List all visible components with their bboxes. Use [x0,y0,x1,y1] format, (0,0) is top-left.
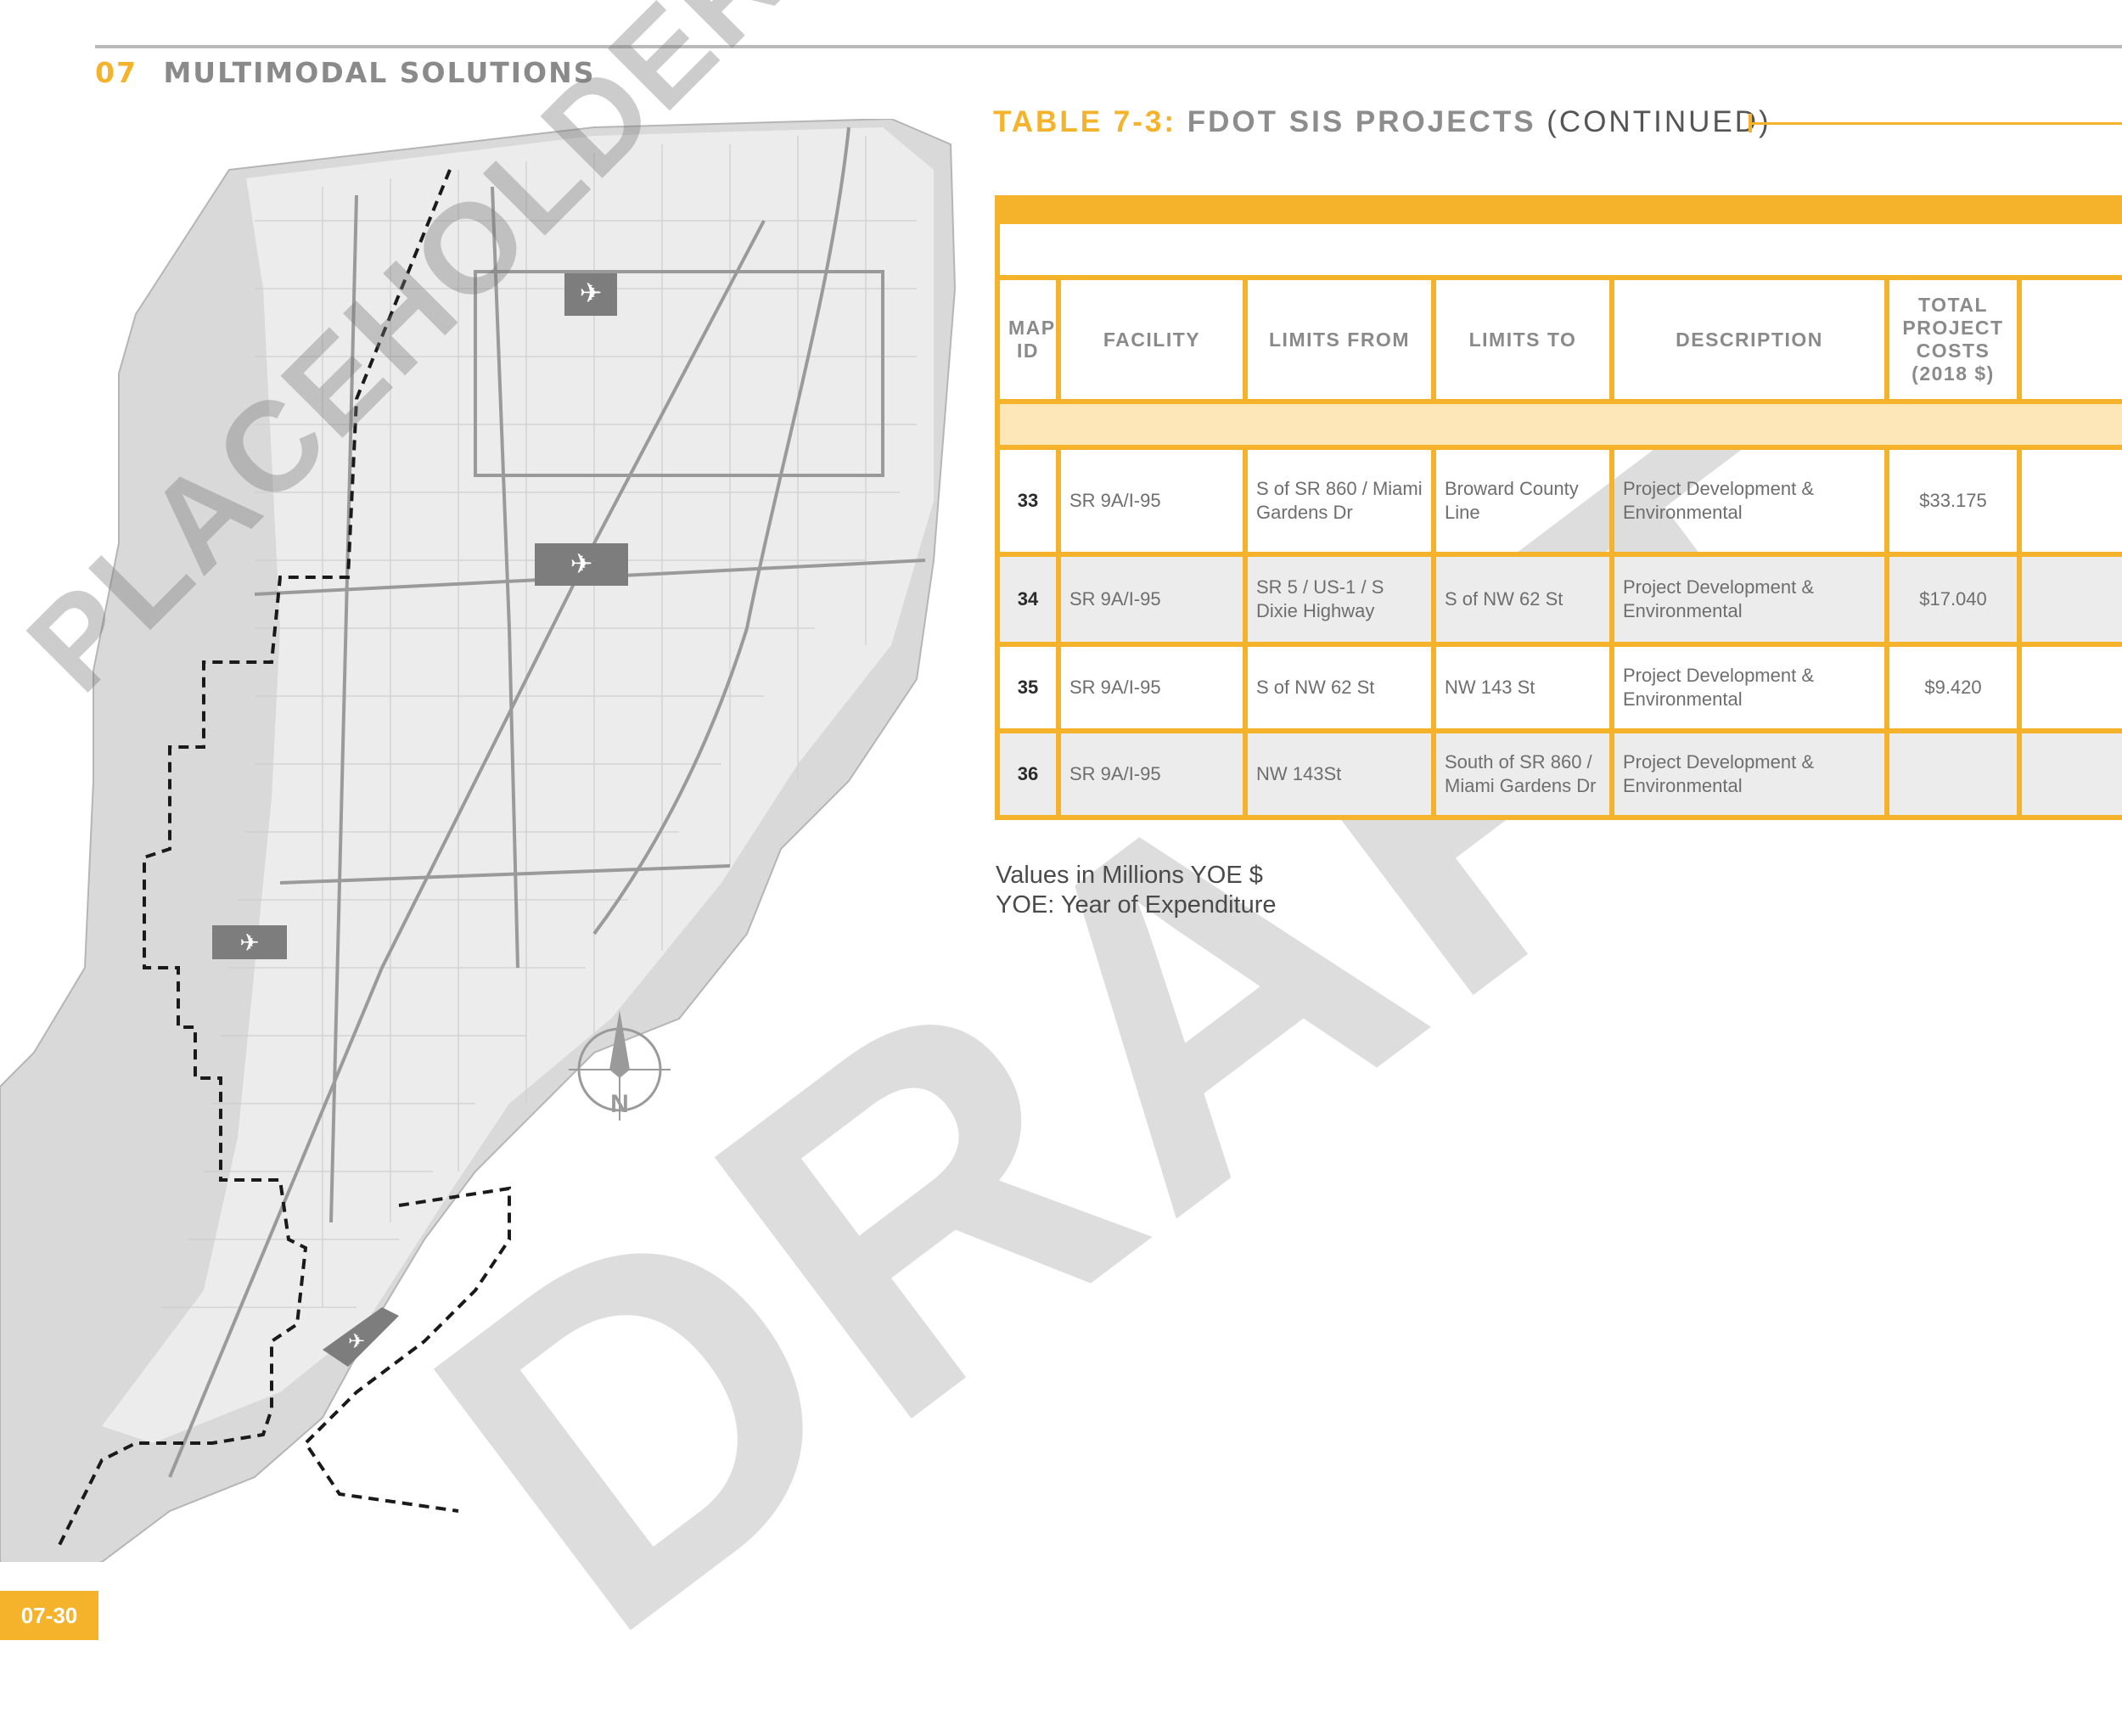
airplane-icon: ✈ [348,1330,365,1353]
cell-blank [2016,728,2122,820]
table-header-row: MAP ID FACILITY LIMITS FROM LIMITS TO DE… [995,275,2122,404]
cell-limits-from: NW 143St [1243,728,1436,820]
cell-description: Project Development & Environmental [1609,445,1889,557]
col-header-total-cost: TOTAL PROJECT COSTS (2018 $) [1884,275,2022,404]
cell-cost: $33.175 [1884,445,2022,557]
cell-description: Project Development & Environmental [1609,728,1889,820]
cell-facility: SR 9A/I-95 [1056,728,1248,820]
county-map: ✈ ✈ ✈ ✈ N [0,119,957,1562]
note-yoe-definition: YOE: Year of Expenditure [996,891,1277,919]
cell-map-id: 35 [995,642,1061,733]
cell-cost: $17.040 [1884,552,2022,647]
table-name: FDOT SIS PROJECTS [1187,105,1536,138]
chapter-name: MULTIMODAL SOLUTIONS [163,56,596,89]
cell-limits-to: S of NW 62 St [1431,552,1614,647]
page-number: 07-30 [0,1591,98,1640]
airplane-icon: ✈ [580,278,603,308]
cell-facility: SR 9A/I-95 [1056,552,1248,647]
cell-map-id: 34 [995,552,1061,647]
note-values-units: Values in Millions YOE $ [996,862,1263,889]
cell-facility: SR 9A/I-95 [1056,445,1248,557]
cell-limits-to: Broward County Line [1431,445,1614,557]
table-blank-row [994,219,2122,280]
table-top-band [994,195,2122,224]
table-row: 34 SR 9A/I-95 SR 5 / US-1 / S Dixie High… [995,552,2122,647]
airplane-icon: ✈ [570,548,593,579]
table-row: 35 SR 9A/I-95 S of NW 62 St NW 143 St Pr… [995,642,2122,733]
north-label: N [610,1090,629,1118]
cell-map-id: 36 [995,728,1061,820]
table-section-row [994,399,2122,450]
col-header-map-id: MAP ID [995,275,1061,404]
title-rule [1750,122,2122,125]
cell-blank [2016,552,2122,647]
cell-limits-from: S of NW 62 St [1243,642,1436,733]
chapter-number: 07 [95,56,138,89]
chapter-heading: 07 MULTIMODAL SOLUTIONS [95,56,595,89]
cell-blank [2016,642,2122,733]
cell-limits-to: South of SR 860 / Miami Gardens Dr [1431,728,1614,820]
col-header-facility: FACILITY [1056,275,1248,404]
airplane-icon: ✈ [239,930,259,956]
col-header-limits-from: LIMITS FROM [1243,275,1436,404]
col-header-description: DESCRIPTION [1609,275,1889,404]
cell-limits-from: S of SR 860 / Miami Gardens Dr [1243,445,1436,557]
table-row: 33 SR 9A/I-95 S of SR 860 / Miami Garden… [995,445,2122,557]
col-header-blank [2016,275,2122,404]
projects-table: MAP ID FACILITY LIMITS FROM LIMITS TO DE… [994,195,2122,820]
table-title: TABLE 7-3: FDOT SIS PROJECTS (CONTINUED) [993,105,1771,139]
cell-limits-from: SR 5 / US-1 / S Dixie Highway [1243,552,1436,647]
cell-map-id: 33 [995,445,1061,557]
header-rule [95,45,2122,48]
cell-facility: SR 9A/I-95 [1056,642,1248,733]
cell-description: Project Development & Environmental [1609,552,1889,647]
cell-limits-to: NW 143 St [1431,642,1614,733]
cell-description: Project Development & Environmental [1609,642,1889,733]
col-header-limits-to: LIMITS TO [1431,275,1614,404]
table-row: 36 SR 9A/I-95 NW 143St South of SR 860 /… [995,728,2122,820]
cell-cost [1884,728,2022,820]
cell-cost: $9.420 [1884,642,2022,733]
table-label: TABLE 7-3: [993,105,1177,138]
table-notes: Values in Millions YOE $ YOE: Year of Ex… [996,861,1277,921]
cell-blank [2016,445,2122,557]
table-continued: (CONTINUED) [1547,105,1771,138]
